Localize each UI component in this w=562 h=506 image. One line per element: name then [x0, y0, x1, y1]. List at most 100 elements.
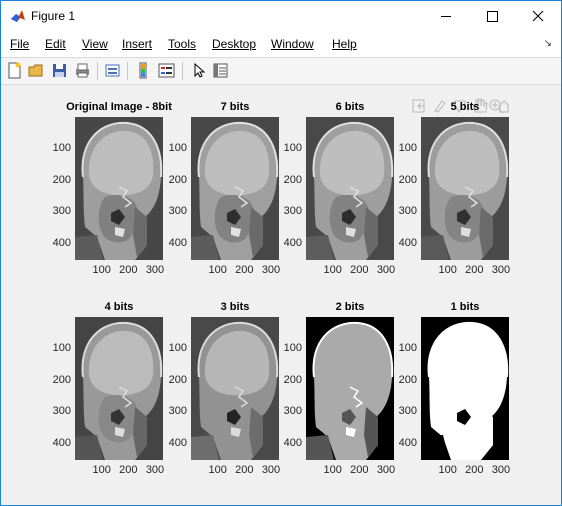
- y-tick-label: 300: [52, 205, 71, 218]
- x-tick-label: 100: [92, 464, 111, 476]
- y-tick-label: 200: [52, 173, 71, 186]
- toolbar-separator: [127, 62, 128, 80]
- y-tick-label: 300: [283, 205, 302, 218]
- toolbar-separator: [97, 62, 98, 80]
- x-tick-label: 200: [465, 464, 484, 476]
- menu-desktop[interactable]: Desktop: [212, 37, 256, 51]
- y-tick-label: 100: [168, 341, 187, 354]
- x-tick-label: 100: [208, 264, 227, 276]
- y-tick-label: 300: [398, 205, 417, 218]
- y-tick-label: 300: [52, 405, 71, 418]
- colorbar-icon[interactable]: [134, 61, 153, 80]
- print-icon[interactable]: [73, 61, 92, 80]
- y-tick-label: 200: [283, 373, 302, 386]
- y-tick-label: 300: [398, 405, 417, 418]
- x-tick-label: 300: [376, 464, 396, 476]
- link-plot-icon[interactable]: [103, 61, 122, 80]
- y-tick-label: 400: [52, 237, 71, 250]
- x-tick-label: 200: [235, 264, 254, 276]
- menu-file[interactable]: File: [10, 37, 29, 51]
- maximize-button[interactable]: [469, 1, 515, 31]
- menu-bar: File Edit View Insert Tools Desktop Wind…: [1, 31, 561, 58]
- toolbar: [1, 58, 561, 85]
- property-inspector-icon[interactable]: [211, 61, 230, 80]
- subplot-axes[interactable]: [306, 317, 394, 460]
- x-tick-label: 300: [145, 264, 165, 276]
- y-tick-label: 200: [398, 173, 417, 186]
- y-tick-label: 400: [283, 437, 302, 450]
- x-tick-label: 200: [350, 264, 369, 276]
- subplot-title: 5 bits: [450, 101, 480, 113]
- y-tick-label: 100: [283, 141, 302, 154]
- y-tick-label: 100: [168, 141, 187, 154]
- x-tick-label: 300: [376, 264, 396, 276]
- y-tick-label: 200: [168, 373, 187, 386]
- save-icon[interactable]: [50, 61, 69, 80]
- y-tick-label: 200: [283, 173, 302, 186]
- new-figure-icon[interactable]: [5, 61, 24, 80]
- quantized-ct-image: [421, 117, 509, 260]
- subplot-axes[interactable]: [306, 117, 394, 260]
- y-tick-label: 400: [168, 237, 187, 250]
- x-tick-label: 300: [261, 264, 281, 276]
- window-title: Figure 1: [31, 9, 76, 23]
- x-tick-label: 200: [465, 264, 484, 276]
- y-tick-label: 100: [52, 141, 71, 154]
- x-tick-label: 200: [235, 464, 254, 476]
- maximize-icon: [487, 11, 498, 22]
- y-tick-label: 400: [398, 437, 417, 450]
- subplot-axes[interactable]: [191, 117, 279, 260]
- y-tick-label: 100: [398, 141, 417, 154]
- toolbar-separator: [182, 62, 183, 80]
- menu-tools[interactable]: Tools: [168, 37, 196, 51]
- subplot-axes[interactable]: [421, 317, 509, 460]
- quantized-ct-image: [75, 117, 163, 260]
- menu-edit[interactable]: Edit: [45, 37, 66, 51]
- subplot-axes[interactable]: [75, 117, 163, 260]
- y-tick-label: 100: [283, 341, 302, 354]
- y-tick-label: 400: [398, 237, 417, 250]
- edit-plot-arrow-icon[interactable]: [189, 61, 208, 80]
- x-tick-label: 100: [438, 264, 457, 276]
- y-tick-label: 400: [52, 437, 71, 450]
- x-tick-label: 100: [438, 464, 457, 476]
- open-file-icon[interactable]: [27, 61, 46, 80]
- x-tick-label: 100: [323, 464, 342, 476]
- dock-arrow-icon[interactable]: ↘: [544, 38, 552, 49]
- minimize-icon: [441, 16, 451, 17]
- y-tick-label: 300: [283, 405, 302, 418]
- x-tick-label: 300: [491, 264, 511, 276]
- y-tick-label: 300: [168, 205, 187, 218]
- menu-insert[interactable]: Insert: [122, 37, 152, 51]
- menu-window[interactable]: Window: [271, 37, 314, 51]
- subplot-axes[interactable]: [421, 117, 509, 260]
- subplot-axes[interactable]: [75, 317, 163, 460]
- x-tick-label: 100: [323, 264, 342, 276]
- y-tick-label: 100: [398, 341, 417, 354]
- y-tick-label: 200: [52, 373, 71, 386]
- menu-view[interactable]: View: [82, 37, 108, 51]
- quantized-ct-image: [191, 117, 279, 260]
- y-tick-label: 200: [168, 173, 187, 186]
- matlab-icon: [11, 10, 25, 22]
- close-icon: [532, 10, 544, 22]
- x-tick-label: 200: [119, 464, 138, 476]
- legend-icon[interactable]: [157, 61, 176, 80]
- quantized-ct-image: [191, 317, 279, 460]
- menu-help[interactable]: Help: [332, 37, 357, 51]
- minimize-button[interactable]: [423, 1, 469, 31]
- quantized-ct-image: [306, 117, 394, 260]
- x-tick-label: 200: [119, 264, 138, 276]
- subplot-title: 1 bits: [450, 301, 480, 313]
- x-tick-label: 300: [261, 464, 281, 476]
- subplot-axes[interactable]: [191, 317, 279, 460]
- quantized-ct-image: [75, 317, 163, 460]
- y-tick-label: 100: [52, 341, 71, 354]
- quantized-ct-image: [421, 317, 509, 460]
- x-tick-label: 200: [350, 464, 369, 476]
- y-tick-label: 400: [168, 437, 187, 450]
- title-bar: Figure 1: [1, 1, 561, 31]
- figure-window: Figure 1 File Edit View Insert Tools Des…: [0, 0, 562, 506]
- close-button[interactable]: [515, 1, 561, 31]
- x-tick-label: 300: [145, 464, 165, 476]
